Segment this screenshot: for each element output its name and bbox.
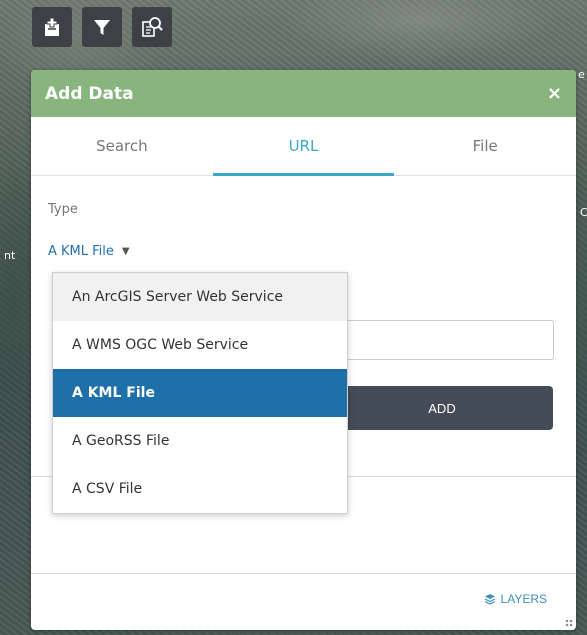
dropdown-option-wms[interactable]: A WMS OGC Web Service xyxy=(53,321,347,369)
type-select[interactable]: A KML File ▼ xyxy=(48,244,130,259)
filter-icon xyxy=(94,20,110,35)
dropdown-option-csv[interactable]: A CSV File xyxy=(53,465,347,513)
panel-header: Add Data × xyxy=(31,70,576,117)
map-toolbar xyxy=(32,7,172,47)
layers-icon xyxy=(484,594,495,605)
map-label-right-top: e xyxy=(578,68,585,81)
url-input[interactable] xyxy=(331,320,554,360)
caret-down-icon: ▼ xyxy=(121,246,130,257)
layers-link[interactable]: LAYERS xyxy=(484,592,547,606)
map-label-right: C xyxy=(580,206,587,219)
tab-search[interactable]: Search xyxy=(31,117,213,175)
filter-button[interactable] xyxy=(82,7,122,47)
add-data-button[interactable] xyxy=(32,7,72,47)
footer-divider xyxy=(31,573,576,574)
tab-file[interactable]: File xyxy=(394,117,576,175)
panel-title: Add Data xyxy=(45,83,134,104)
dropdown-option-arcgis[interactable]: An ArcGIS Server Web Service xyxy=(53,273,347,321)
dropdown-option-georss[interactable]: A GeoRSS File xyxy=(53,417,347,465)
tab-url[interactable]: URL xyxy=(212,117,395,176)
type-label: Type xyxy=(48,202,78,217)
query-button[interactable] xyxy=(132,7,172,47)
type-dropdown: An ArcGIS Server Web Service A WMS OGC W… xyxy=(52,272,348,514)
dropdown-option-kml[interactable]: A KML File xyxy=(53,369,347,417)
close-button[interactable]: × xyxy=(547,83,562,104)
add-button[interactable]: ADD xyxy=(331,386,553,430)
layers-label: LAYERS xyxy=(500,592,547,606)
query-icon xyxy=(142,17,163,37)
add-data-icon xyxy=(45,17,59,36)
resize-handle[interactable] xyxy=(565,619,573,627)
type-select-value: A KML File xyxy=(48,244,114,259)
map-label-left: nt xyxy=(4,249,16,262)
tab-bar: Search URL File xyxy=(31,117,576,176)
